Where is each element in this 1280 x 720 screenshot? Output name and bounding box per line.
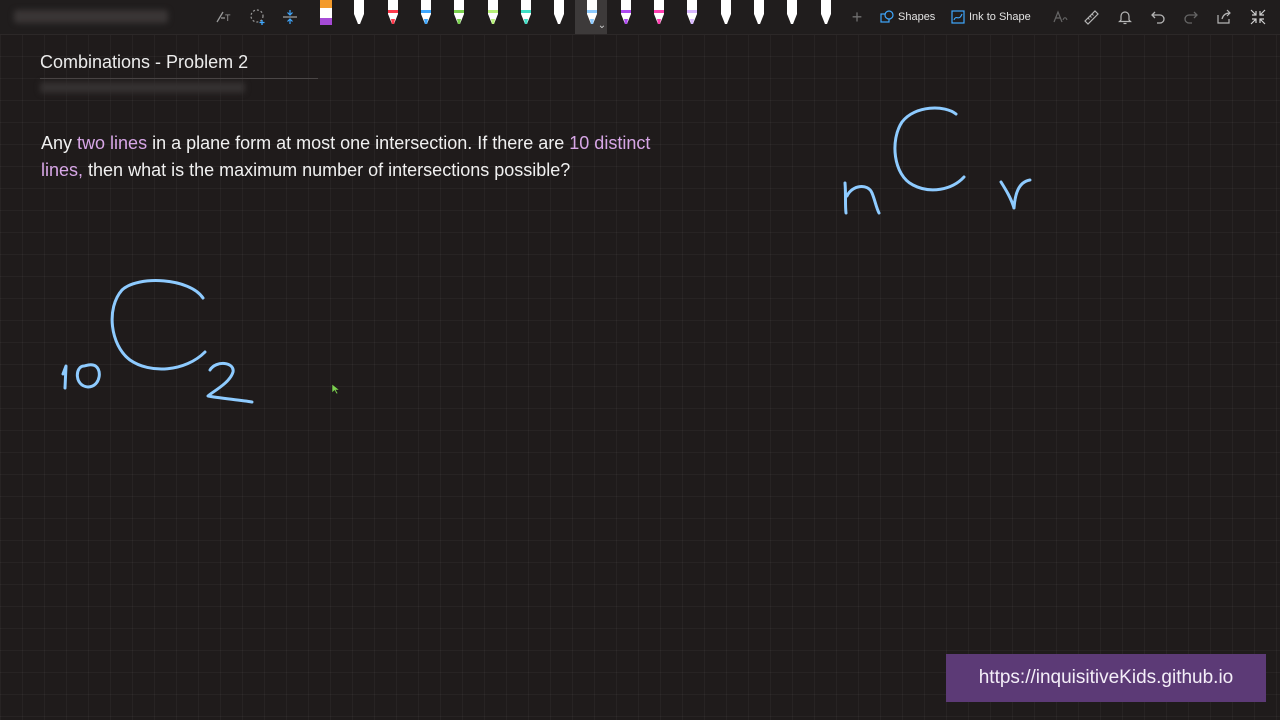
ink-canvas[interactable]	[0, 0, 1280, 720]
website-watermark: https://inquisitiveKids.github.io	[946, 654, 1266, 702]
ink-10-c-2	[61, 279, 254, 404]
ink-n-c-r	[843, 106, 1032, 215]
mouse-cursor-icon	[331, 383, 341, 395]
